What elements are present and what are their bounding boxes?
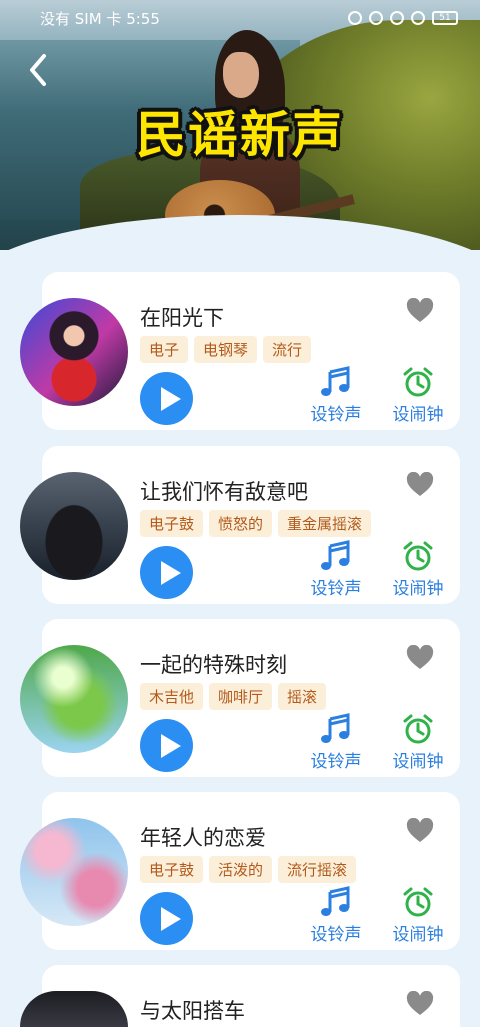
play-button[interactable] xyxy=(140,892,193,945)
tag: 木吉他 xyxy=(140,683,204,710)
tag: 流行摇滚 xyxy=(278,856,357,883)
music-note-icon xyxy=(320,540,352,572)
set-ringtone-button[interactable]: 设铃声 xyxy=(306,540,366,599)
heart-icon[interactable] xyxy=(406,990,434,1017)
tag: 电子鼓 xyxy=(140,856,204,883)
alarm-clock-icon xyxy=(402,540,434,572)
song-card[interactable]: 让我们怀有敌意吧 电子鼓 愤怒的 重金属摇滚 设铃声 设闹钟 xyxy=(20,446,460,604)
tag: 摇滚 xyxy=(278,683,327,710)
song-cover-image xyxy=(20,818,128,926)
song-cover-image xyxy=(20,298,128,406)
song-card[interactable]: 一起的特殊时刻 木吉他 咖啡厅 摇滚 设铃声 设闹钟 xyxy=(20,619,460,777)
battery-icon: 51 xyxy=(432,11,458,25)
song-cover-image xyxy=(20,472,128,580)
status-bar: 没有 SIM 卡 5:55 51 xyxy=(0,0,480,36)
set-ringtone-button[interactable]: 设铃声 xyxy=(306,713,366,772)
tag: 电子 xyxy=(140,336,189,363)
alarm-clock-icon xyxy=(402,886,434,918)
set-ringtone-button[interactable]: 设铃声 xyxy=(306,886,366,945)
tag: 活泼的 xyxy=(209,856,273,883)
tag-list: 木吉他 咖啡厅 摇滚 xyxy=(140,683,327,710)
song-title: 在阳光下 xyxy=(140,306,224,330)
alarm-clock-icon xyxy=(402,713,434,745)
song-cover-image xyxy=(20,645,128,753)
music-note-icon xyxy=(320,886,352,918)
song-title: 一起的特殊时刻 xyxy=(140,653,287,677)
heart-icon[interactable] xyxy=(406,817,434,844)
dnd-icon xyxy=(369,11,383,25)
set-alarm-label: 设闹钟 xyxy=(392,405,444,425)
song-title: 与太阳搭车 xyxy=(140,999,245,1023)
play-button[interactable] xyxy=(140,372,193,425)
page-title: 民谣新声 xyxy=(136,106,344,164)
back-button[interactable] xyxy=(26,52,52,88)
mute-icon xyxy=(390,11,404,25)
alarm-clock-icon xyxy=(402,366,434,398)
tag: 愤怒的 xyxy=(209,510,273,537)
set-alarm-button[interactable]: 设闹钟 xyxy=(388,366,448,425)
play-button[interactable] xyxy=(140,719,193,772)
chevron-left-icon xyxy=(30,54,46,86)
song-card[interactable]: 与太阳搭车 xyxy=(20,965,460,1027)
set-ringtone-label: 设铃声 xyxy=(310,752,362,772)
tag-list: 电子鼓 活泼的 流行摇滚 xyxy=(140,856,357,883)
heart-icon[interactable] xyxy=(406,471,434,498)
set-alarm-button[interactable]: 设闹钟 xyxy=(388,540,448,599)
wifi-icon xyxy=(411,11,425,25)
tag-list: 电子鼓 愤怒的 重金属摇滚 xyxy=(140,510,372,537)
music-note-icon xyxy=(320,366,352,398)
song-cover-image xyxy=(20,991,128,1027)
eye-icon xyxy=(348,11,362,25)
tag: 咖啡厅 xyxy=(209,683,273,710)
song-title: 年轻人的恋爱 xyxy=(140,826,266,850)
set-alarm-label: 设闹钟 xyxy=(392,579,444,599)
song-card[interactable]: 年轻人的恋爱 电子鼓 活泼的 流行摇滚 设铃声 设闹钟 xyxy=(20,792,460,950)
song-title: 让我们怀有敌意吧 xyxy=(140,480,308,504)
set-ringtone-label: 设铃声 xyxy=(310,925,362,945)
set-ringtone-label: 设铃声 xyxy=(310,579,362,599)
song-card[interactable]: 在阳光下 电子 电钢琴 流行 设铃声 设闹钟 xyxy=(20,272,460,430)
set-alarm-label: 设闹钟 xyxy=(392,752,444,772)
tag: 电子鼓 xyxy=(140,510,204,537)
set-ringtone-label: 设铃声 xyxy=(310,405,362,425)
tag-list: 电子 电钢琴 流行 xyxy=(140,336,312,363)
heart-icon[interactable] xyxy=(406,644,434,671)
set-ringtone-button[interactable]: 设铃声 xyxy=(306,366,366,425)
set-alarm-button[interactable]: 设闹钟 xyxy=(388,886,448,945)
system-icons: 51 xyxy=(348,11,458,25)
status-time: 没有 SIM 卡 5:55 xyxy=(40,9,160,28)
play-button[interactable] xyxy=(140,546,193,599)
tag: 电钢琴 xyxy=(194,336,258,363)
set-alarm-label: 设闹钟 xyxy=(392,925,444,945)
music-note-icon xyxy=(320,713,352,745)
tag: 流行 xyxy=(263,336,312,363)
tag: 重金属摇滚 xyxy=(278,510,372,537)
set-alarm-button[interactable]: 设闹钟 xyxy=(388,713,448,772)
heart-icon[interactable] xyxy=(406,297,434,324)
